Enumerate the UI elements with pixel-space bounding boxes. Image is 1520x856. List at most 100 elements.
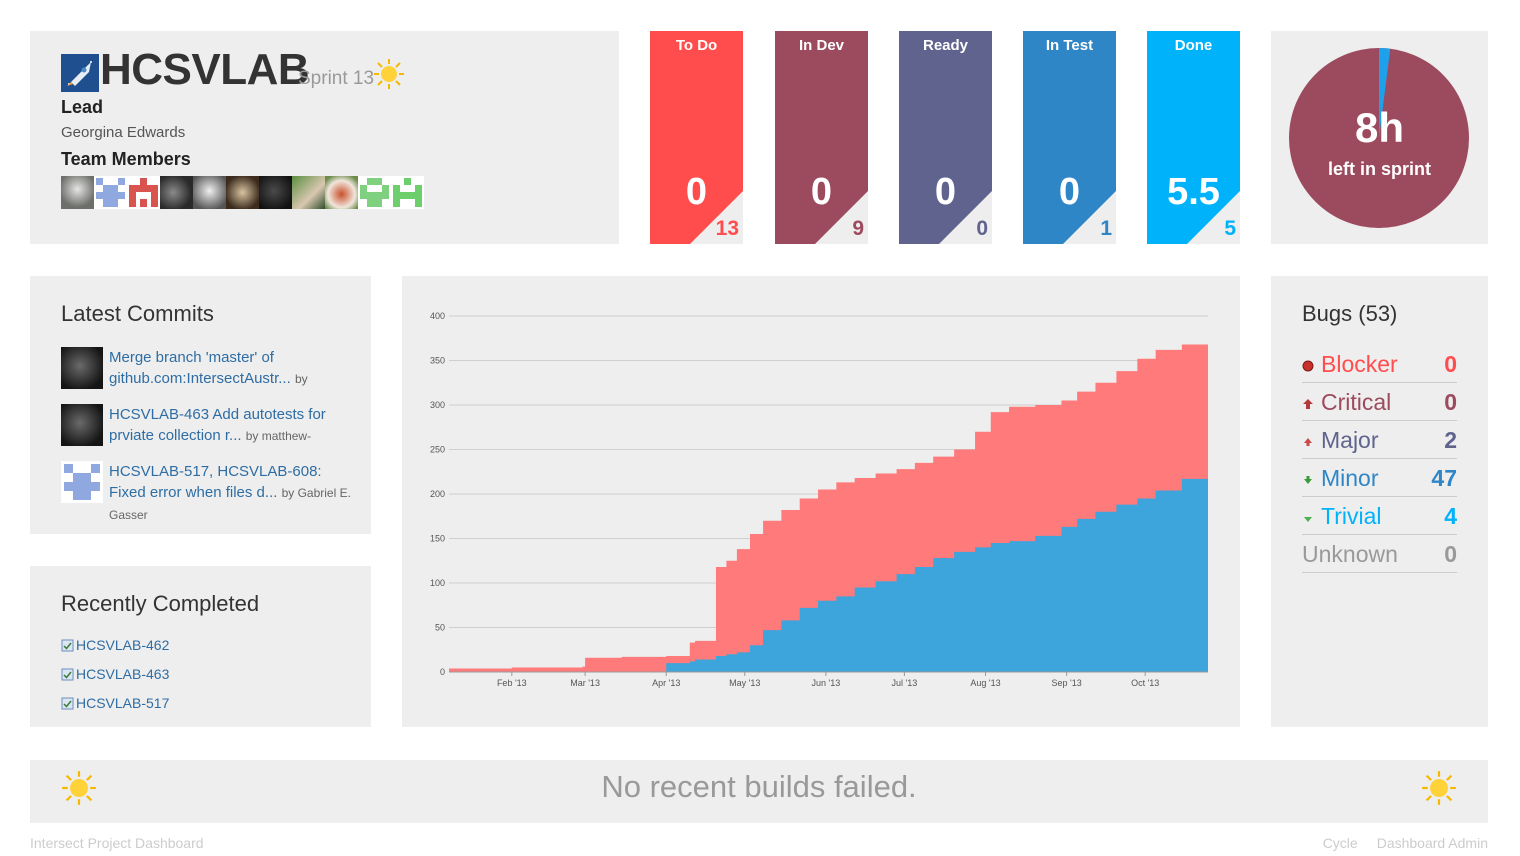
x-tick-label: Jun '13 (812, 678, 841, 688)
avatar[interactable] (61, 176, 94, 209)
team-members-label: Team Members (61, 149, 191, 169)
bug-row-minor[interactable]: Minor 47 (1302, 459, 1457, 497)
avatar[interactable] (358, 176, 391, 209)
project-title: HCSVLAB (100, 45, 310, 94)
lead-name: Georgina Edwards (61, 124, 186, 141)
commit-avatar (61, 404, 103, 446)
bug-priority-count: 4 (1444, 503, 1457, 529)
completed-item[interactable]: HCSVLAB-517 (61, 695, 169, 711)
x-tick-label: May '13 (729, 678, 760, 688)
bug-priority-count: 0 (1444, 351, 1457, 377)
status-tile[interactable]: In Dev 0 9 (775, 31, 868, 244)
status-tile-count: 13 (715, 217, 739, 240)
cumulative-flow-chart: 0 50 100 150 200 250 300 350 400 Feb '13 Mar '13 Ap… (430, 311, 1208, 688)
completed-item-label[interactable]: HCSVLAB-517 (76, 695, 169, 711)
bug-priority-label[interactable]: Unknown (1302, 541, 1398, 568)
x-tick-label: Mar '13 (570, 678, 600, 688)
avatar[interactable] (325, 176, 358, 209)
cycle-link[interactable]: Cycle (1323, 835, 1358, 851)
lead-label: Lead (61, 97, 104, 117)
bug-row-major[interactable]: Major 2 (1302, 421, 1457, 459)
project-panel: HCSVLAB Sprint 13 Lead Georgina Edwards … (30, 31, 619, 244)
footer-title: Intersect Project Dashboard (30, 835, 204, 851)
status-tile[interactable]: Done 5.5 5 (1147, 31, 1240, 244)
dashboard-admin-link[interactable]: Dashboard Admin (1377, 835, 1488, 851)
latest-commits-panel: Latest Commits Merge branch 'master' of … (30, 276, 371, 534)
bug-priority-label[interactable]: Major (1321, 427, 1379, 454)
x-tick-label: Oct '13 (1131, 678, 1159, 688)
commit-message[interactable]: Merge branch 'master' of github.com:Inte… (109, 349, 291, 387)
bug-row-critical[interactable]: Critical 0 (1302, 383, 1457, 421)
commit-avatar (61, 461, 103, 503)
bug-row-trivial[interactable]: Trivial 4 (1302, 497, 1457, 535)
sun-icon (373, 58, 405, 95)
trivial-icon (1304, 517, 1312, 522)
status-tile[interactable]: In Test 0 1 (1023, 31, 1116, 244)
builds-status-panel: No recent builds failed. (30, 760, 1488, 823)
avatar[interactable] (127, 176, 160, 209)
builds-message: No recent builds failed. (601, 769, 917, 804)
commit-author: by matthew- (245, 429, 312, 443)
y-tick-label: 400 (430, 311, 445, 321)
bugs-panel: Bugs (53) Blocker 0 Critical 0 Major 2 Minor 47… (1271, 276, 1488, 727)
issue-icon (61, 697, 74, 709)
y-tick-label: 350 (430, 356, 445, 366)
issue-icon (61, 668, 74, 680)
y-tick-label: 100 (430, 578, 445, 588)
x-tick-label: Jul '13 (892, 678, 918, 688)
blocker-icon (1302, 360, 1314, 372)
status-tile-label: To Do (675, 37, 718, 54)
x-tick-label: Apr '13 (652, 678, 680, 688)
avatar[interactable] (94, 176, 127, 209)
avatar[interactable] (391, 176, 424, 209)
avatar[interactable] (160, 176, 193, 209)
hours-left-value: 8h (1354, 104, 1404, 151)
critical-icon (1303, 399, 1313, 409)
commit-avatar (61, 347, 103, 389)
bug-priority-label[interactable]: Blocker (1321, 351, 1398, 378)
bug-priority-label[interactable]: Minor (1321, 465, 1379, 492)
y-tick-label: 150 (430, 534, 445, 544)
status-tile-label: Ready (922, 37, 969, 54)
status-tile-count: 0 (976, 217, 988, 240)
avatar[interactable] (292, 176, 325, 209)
completed-item-label[interactable]: HCSVLAB-462 (76, 637, 169, 653)
bug-priority-label[interactable]: Critical (1321, 389, 1391, 416)
status-tile-count: 5 (1224, 217, 1236, 240)
status-tile[interactable]: To Do 0 13 (650, 31, 743, 244)
x-tick-label: Aug '13 (970, 678, 1000, 688)
commits-title: Latest Commits (61, 301, 214, 326)
project-logo (61, 54, 99, 92)
recently-completed-title: Recently Completed (61, 591, 260, 616)
avatar[interactable] (259, 176, 292, 209)
sprint-time-panel: 8h left in sprint (1271, 31, 1488, 244)
sun-icon (1421, 770, 1457, 811)
x-tick-label: Sep '13 (1052, 678, 1082, 688)
sprint-label: Sprint 13 (298, 68, 375, 89)
bug-row-unknown[interactable]: Unknown 0 (1302, 535, 1457, 573)
bug-priority-count: 2 (1444, 427, 1457, 453)
bug-priority-count: 47 (1431, 465, 1457, 491)
completed-item-label[interactable]: HCSVLAB-463 (76, 666, 169, 682)
completed-item[interactable]: HCSVLAB-462 (61, 637, 169, 653)
bug-row-blocker[interactable]: Blocker 0 (1302, 345, 1457, 383)
avatar[interactable] (193, 176, 226, 209)
status-tile-label: Done (1174, 37, 1213, 54)
y-tick-label: 300 (430, 400, 445, 410)
bug-priority-label[interactable]: Trivial (1321, 503, 1381, 530)
status-tile-label: In Test (1045, 37, 1094, 54)
status-tile[interactable]: Ready 0 0 (899, 31, 992, 244)
avatar[interactable] (226, 176, 259, 209)
recently-completed-panel: Recently Completed HCSVLAB-462 HCSVLAB-4… (30, 566, 371, 727)
bug-priority-count: 0 (1444, 389, 1457, 415)
status-tile-label: In Dev (798, 37, 844, 54)
minor-icon (1304, 476, 1312, 484)
team-avatars (61, 176, 424, 209)
issue-icon (61, 639, 74, 651)
completed-item[interactable]: HCSVLAB-463 (61, 666, 169, 682)
y-tick-label: 0 (440, 667, 445, 677)
commit-author: by (294, 372, 308, 386)
status-tile-count: 9 (852, 217, 864, 240)
x-tick-label: Feb '13 (497, 678, 527, 688)
major-icon (1304, 438, 1312, 446)
